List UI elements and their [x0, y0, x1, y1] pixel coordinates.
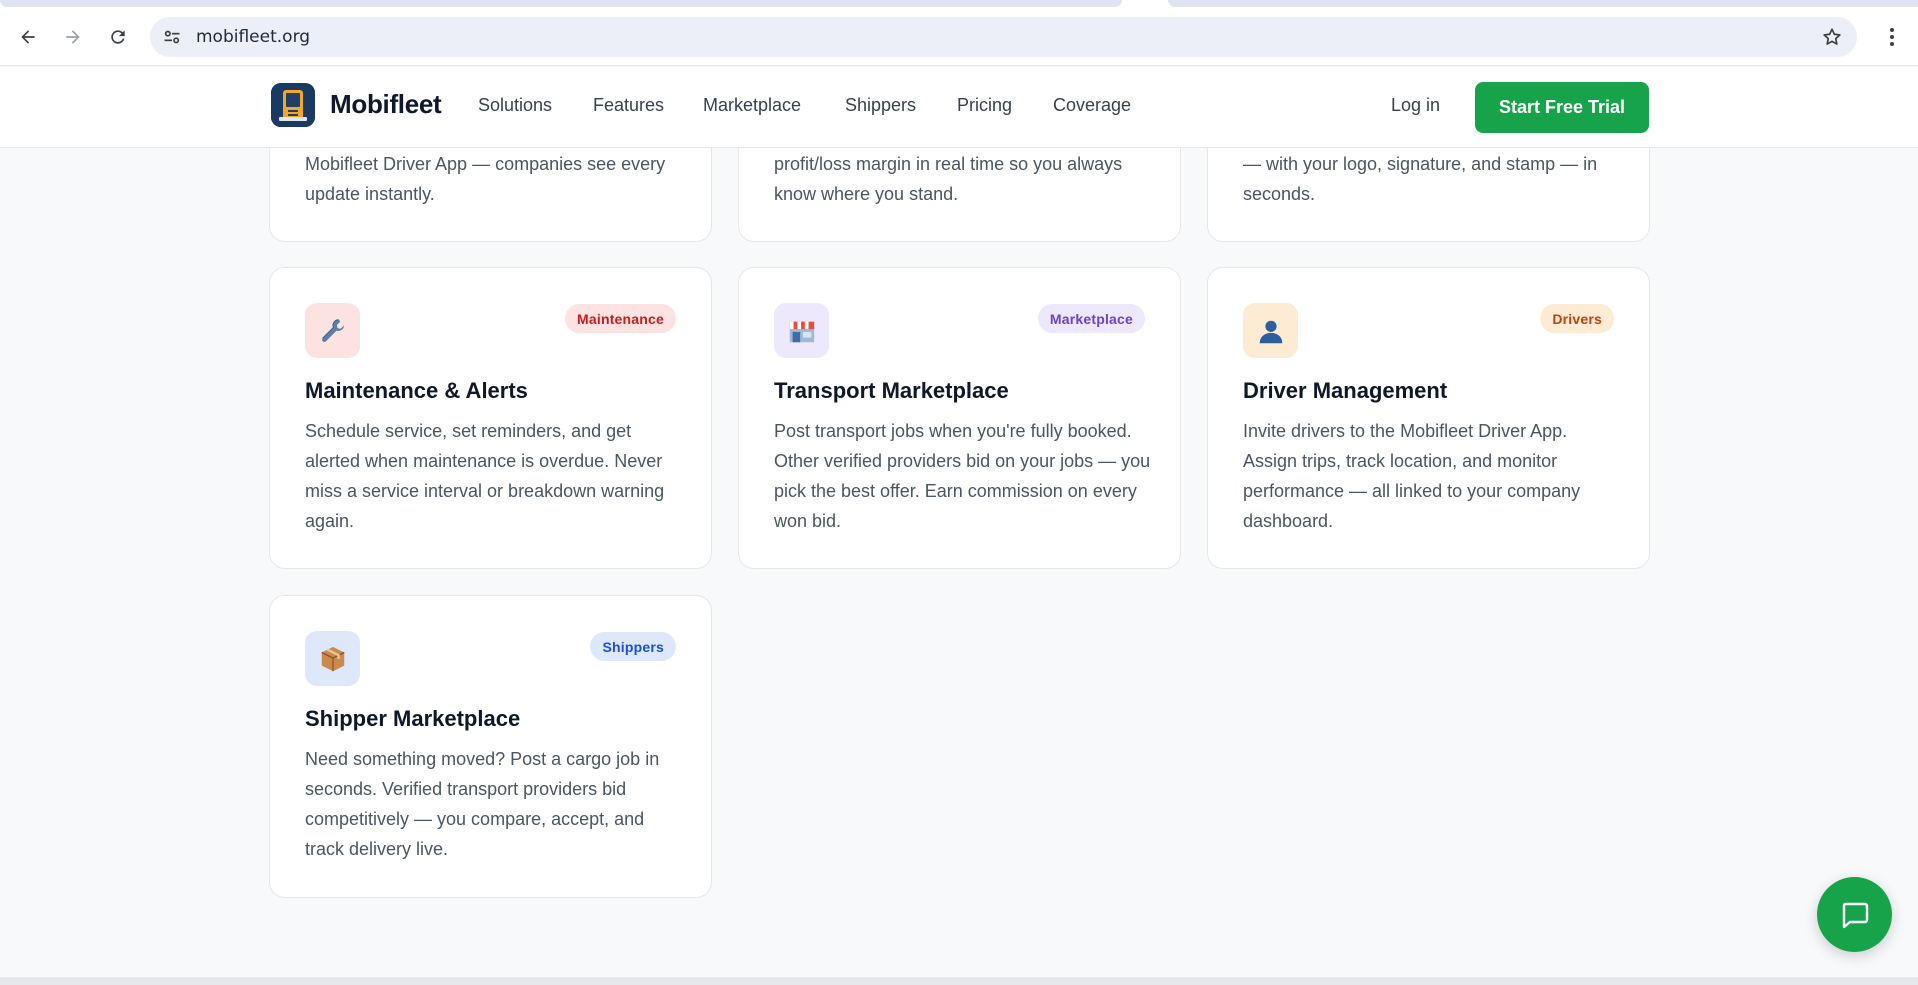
feature-card-marketplace: Marketplace Transport Marketplace Post t… [738, 267, 1181, 569]
store-icon [789, 321, 814, 342]
card-title: Transport Marketplace [774, 378, 1009, 403]
nav-coverage[interactable]: Coverage [1053, 95, 1131, 116]
category-badge: Shippers [590, 632, 676, 661]
feature-card-maintenance: Maintenance Maintenance & Alerts Schedul… [269, 267, 712, 569]
back-button[interactable] [12, 21, 44, 53]
more-vert-icon [1890, 28, 1894, 46]
category-badge: Marketplace [1037, 304, 1145, 333]
category-badge: Drivers [1540, 304, 1614, 333]
card-description: Post transport jobs when you're fully bo… [774, 421, 1151, 531]
nav-marketplace[interactable]: Marketplace [703, 95, 801, 116]
reload-button[interactable] [102, 21, 134, 53]
card-description: Invite drivers to the Mobifleet Driver A… [1243, 421, 1581, 531]
chat-bubble-icon [1842, 902, 1868, 928]
address-bar[interactable]: mobifleet.org [150, 17, 1857, 57]
nav-solutions[interactable]: Solutions [478, 95, 552, 116]
feature-card-shippers: Shippers Shipper Marketplace Need someth… [269, 595, 712, 898]
feature-card-drivers: Drivers Driver Management Invite drivers… [1207, 267, 1650, 569]
nav-pricing[interactable]: Pricing [957, 95, 1012, 116]
tab-strip [0, 0, 1918, 8]
chat-launcher-button[interactable] [1817, 877, 1892, 952]
card-icon-tile [1243, 303, 1298, 358]
login-link[interactable]: Log in [1391, 95, 1440, 116]
card-icon-tile [305, 303, 360, 358]
browser-tab[interactable] [1168, 0, 1918, 7]
card-icon-tile [774, 303, 829, 358]
nav-features[interactable]: Features [593, 95, 664, 116]
horizontal-scrollbar[interactable] [0, 977, 1918, 985]
brand-logo[interactable] [271, 83, 315, 127]
browser-tab[interactable] [0, 0, 1122, 7]
brand-name[interactable]: Mobifleet [330, 89, 442, 120]
card-description: profit/loss margin in real time so you a… [774, 154, 1123, 204]
package-icon [320, 646, 345, 671]
card-title: Driver Management [1243, 378, 1448, 403]
category-badge: Maintenance [565, 304, 676, 333]
reload-icon [111, 30, 125, 44]
forward-button[interactable] [57, 21, 89, 53]
arrow-left-icon [21, 30, 35, 44]
url-text[interactable]: mobifleet.org [196, 27, 310, 47]
browser-toolbar: mobifleet.org [0, 8, 1918, 66]
start-free-trial-button[interactable]: Start Free Trial [1475, 82, 1649, 133]
wrench-icon [321, 318, 344, 342]
browser-menu-button[interactable] [1877, 21, 1907, 53]
card-description: Mobifleet Driver App — companies see eve… [305, 154, 666, 204]
card-icon-tile [305, 631, 360, 686]
card-description: Need something moved? Post a cargo job i… [305, 749, 660, 859]
card-description: Schedule service, set reminders, and get… [305, 421, 665, 531]
site-header: Mobifleet Solutions Features Marketplace… [0, 67, 1918, 148]
person-icon [1259, 320, 1282, 343]
bookmark-star-icon[interactable] [1821, 26, 1843, 48]
card-title: Shipper Marketplace [305, 706, 521, 731]
site-settings-icon[interactable] [162, 27, 182, 47]
card-title: Maintenance & Alerts [305, 378, 528, 403]
card-description: — with your logo, signature, and stamp —… [1243, 154, 1598, 204]
nav-shippers[interactable]: Shippers [845, 95, 916, 116]
arrow-right-icon [66, 30, 80, 44]
logo-icon [271, 83, 315, 127]
